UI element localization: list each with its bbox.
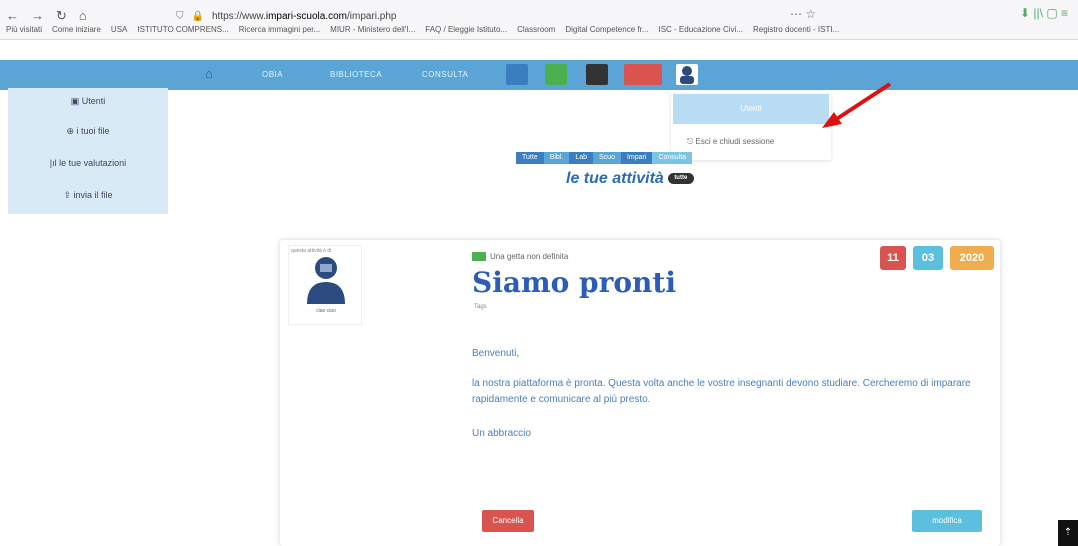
- browser-nav: ← → ↻ ⌂: [6, 8, 87, 24]
- page-title: le tue attività tutte: [566, 170, 694, 188]
- delete-button[interactable]: Cancella: [482, 510, 534, 532]
- home-icon[interactable]: ⌂: [205, 66, 213, 81]
- author-avatar-icon: [307, 257, 345, 304]
- reload-icon[interactable]: ↻: [56, 8, 67, 24]
- nav-link-consulta[interactable]: CONSULTA: [422, 70, 468, 79]
- author-box: questa attività è di ciao ciao: [288, 245, 362, 325]
- sidebar-item-valutazioni[interactable]: |ıl le tue valutazioni: [8, 158, 168, 168]
- post-body: la nostra piattaforma è pronta. Questa v…: [472, 378, 971, 405]
- bookmark-item[interactable]: ISC - Educazione Civi...: [658, 25, 742, 34]
- bookmarks-bar: Più visitati Come iniziare USA ISTITUTO …: [6, 25, 1066, 34]
- sidebar-item-invia[interactable]: ⇪ invia il file: [8, 190, 168, 201]
- nav-link-biblioteca[interactable]: BIBLIOTECA: [330, 70, 382, 79]
- extension-icons[interactable]: ⬇ ||\ ▢ ≡: [1020, 6, 1068, 20]
- back-icon[interactable]: ←: [6, 8, 19, 24]
- edit-button[interactable]: modifica: [912, 510, 982, 532]
- bookmark-item[interactable]: USA: [111, 25, 127, 34]
- nav-link-obia[interactable]: OBIA: [262, 70, 283, 79]
- tab-consulta[interactable]: Consulta: [652, 152, 693, 164]
- post-greeting: Benvenuti,: [472, 348, 520, 359]
- red-arrow-annotation: [822, 82, 892, 128]
- filter-tabs: Tutte Bibl. Lab Scuo Impari Consulta: [516, 152, 693, 164]
- chat-icon[interactable]: [586, 64, 608, 85]
- page-title-text: le tue attività: [566, 170, 664, 187]
- tab-scuo[interactable]: Scuo: [593, 152, 621, 164]
- forward-icon[interactable]: →: [31, 8, 44, 24]
- bookmark-item[interactable]: Come iniziare: [52, 25, 101, 34]
- author-sub: ciao ciao: [316, 308, 336, 314]
- tab-lab[interactable]: Lab: [569, 152, 594, 164]
- tab-tutte[interactable]: Tutte: [516, 152, 544, 164]
- sidebar-item-label: Utenti: [81, 96, 106, 106]
- logout-link[interactable]: ⎋ Esci e chiudi sessione: [687, 137, 774, 147]
- page-actions[interactable]: ⋯ ☆: [790, 7, 816, 21]
- title-badge: tutte: [667, 173, 694, 185]
- sidebar-item-file[interactable]: ⊕ i tuoi file: [8, 126, 168, 137]
- sidebar-item-label: invia il file: [73, 190, 113, 200]
- post-headline: Siamo pronti: [472, 266, 676, 299]
- shield-icon: ⛉: [176, 10, 184, 22]
- site-navbar: ⌂ OBIA BIBLIOTECA CONSULTA: [0, 60, 1078, 90]
- date-year: 2020: [950, 246, 994, 270]
- sidebar-item-label: le tue valutazioni: [59, 158, 127, 168]
- url-text: https://www.impari-scuola.com/impari.php: [211, 10, 397, 22]
- category: Una getta non definita: [472, 252, 569, 262]
- category-label: Una getta non definita: [490, 252, 569, 261]
- dropdown-header[interactable]: Utenti: [673, 94, 829, 124]
- category-tag-icon: [472, 252, 486, 262]
- address-bar[interactable]: ⛉ 🔒 https://www.impari-scuola.com/impari…: [176, 6, 776, 26]
- browser-toolbar: ← → ↻ ⌂ ⛉ 🔒 https://www.impari-scuola.co…: [0, 0, 1078, 40]
- post-card: questa attività è di ciao ciao Una getta…: [280, 240, 1000, 546]
- tab-bibl[interactable]: Bibl.: [543, 152, 570, 164]
- home-icon[interactable]: ⌂: [79, 8, 87, 24]
- date-day: 11: [880, 246, 906, 270]
- avatar-icon[interactable]: [676, 64, 698, 85]
- bookmark-item[interactable]: Ricerca immagini per...: [239, 25, 320, 34]
- date-month: 03: [913, 246, 943, 270]
- user-green-icon[interactable]: [545, 64, 567, 85]
- bookmark-item[interactable]: MIUR - Ministero dell'I...: [330, 25, 415, 34]
- bookmark-item[interactable]: Digital Competence fr...: [565, 25, 648, 34]
- bookmark-item[interactable]: Più visitati: [6, 25, 42, 34]
- bookmark-item[interactable]: Classroom: [517, 25, 555, 34]
- tab-impari[interactable]: Impari: [620, 152, 653, 164]
- sidebar: ▣ Utenti ⊕ i tuoi file |ıl le tue valuta…: [8, 88, 168, 214]
- sidebar-item-label: i tuoi file: [76, 126, 110, 136]
- lock-icon: 🔒: [191, 10, 204, 22]
- sidebar-item-utenti[interactable]: ▣ Utenti: [8, 96, 168, 107]
- bookmark-item[interactable]: ISTITUTO COMPRENS...: [137, 25, 228, 34]
- cloud-icon[interactable]: [506, 64, 528, 85]
- scroll-top-icon[interactable]: ⇡: [1058, 520, 1078, 546]
- video-icon[interactable]: [624, 64, 662, 85]
- post-tags: Tags: [474, 304, 487, 310]
- bookmark-item[interactable]: FAQ / Eleggie Istituto...: [425, 25, 507, 34]
- post-signoff: Un abbraccio: [472, 428, 531, 439]
- user-dropdown: Utenti ⎋ Esci e chiudi sessione: [671, 94, 831, 160]
- bookmark-item[interactable]: Registro docenti - ISTI...: [753, 25, 839, 34]
